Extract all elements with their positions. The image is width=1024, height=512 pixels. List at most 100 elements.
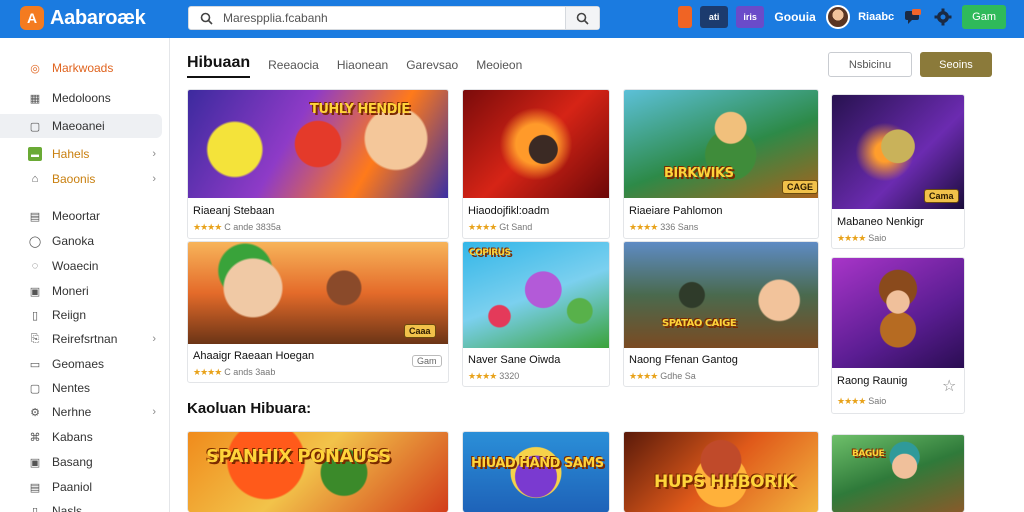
game-card[interactable]: BAGUE xyxy=(831,434,965,512)
card-meta-text: Saio xyxy=(868,396,887,406)
card-title: Naong Ffenan Gantog xyxy=(629,354,738,366)
search-icon xyxy=(189,12,223,25)
notification-icon[interactable] xyxy=(678,6,693,28)
game-thumbnail xyxy=(832,258,964,368)
sidebar-item-maeoanei[interactable]: ▢ Maeoanei xyxy=(0,114,162,138)
brand-link[interactable]: Goouia xyxy=(772,6,818,28)
section-title: Kaoluan Hibuara: xyxy=(187,400,312,417)
game-card[interactable]: SPATAO CAIGE Naong Ffenan Gantog ★★★★ Gdh… xyxy=(623,241,819,387)
thumbnail-art-text: SPANHIX PONAUSS xyxy=(206,446,391,467)
tab-hibuaan[interactable]: Hibuaan xyxy=(187,54,251,78)
game-thumbnail: HIUAD HAND SAMS xyxy=(463,432,609,512)
sidebar-item-markwoads[interactable]: ◎ Markwoads xyxy=(0,56,162,80)
card-meta: ★★★★ 3320 xyxy=(468,371,519,382)
sidebar-item-label: Medoloons xyxy=(52,91,111,105)
gamepad-icon: ▭ xyxy=(29,358,41,371)
game-thumbnail xyxy=(463,90,609,198)
outline-button[interactable]: Nsbicinu xyxy=(828,52,912,77)
thumbnail-art-text: HUPS HHBORIK xyxy=(654,472,796,492)
game-badge: Cama xyxy=(924,189,959,203)
card-meta-text: 3320 xyxy=(499,371,520,381)
sidebar-item-woaecin[interactable]: ◌ Woaecin xyxy=(0,254,162,278)
card-title: Hiaodojfikl:oadm xyxy=(468,205,550,217)
game-card[interactable]: BIRKWIKS CAGE Riaeiare Pahlomon ★★★★ 336 … xyxy=(623,89,819,239)
card-meta-text: Gdhe Sa xyxy=(660,371,696,381)
sidebar-item-hahels[interactable]: ▬ Hahels › xyxy=(0,142,162,166)
rating-stars: ★★★★ xyxy=(837,396,866,406)
folder-icon: ▣ xyxy=(29,456,41,469)
favorite-star-icon[interactable]: ☆ xyxy=(942,376,956,396)
chat-icon[interactable] xyxy=(902,6,924,28)
sidebar-item-label: Kabans xyxy=(52,430,93,444)
sidebar-item-label: Ganoka xyxy=(52,234,95,248)
sidebar-item-nentes[interactable]: ▢ Nentes xyxy=(0,376,162,400)
sidebar-item-reirefsrtnan[interactable]: ⎘ Reirefsrtnan › xyxy=(0,327,162,351)
chevron-right-icon: › xyxy=(152,173,156,185)
sidebar-item-label: Paaniol xyxy=(52,480,93,494)
search-bar[interactable]: Marespplia.fcabanh xyxy=(188,6,600,30)
game-card[interactable]: Hiaodojfikl:oadm ★★★★ Gt Sand xyxy=(462,89,610,239)
sidebar-item-label: Baoonis xyxy=(52,172,96,186)
top-bar: A Aabaroæk Marespplia.fcabanh ati iris G… xyxy=(0,0,1024,38)
sidebar-item-meoortar[interactable]: ▤ Meoortar xyxy=(0,204,162,228)
tab-hiaonean[interactable]: Hiaonean xyxy=(337,58,388,78)
thumbnail-art-text: SPATAO CAIGE xyxy=(662,318,737,329)
user-name[interactable]: Riaabc xyxy=(858,11,894,23)
card-meta-text: C ande 3835a xyxy=(224,222,281,232)
sidebar-item-reiign[interactable]: ▯ Reiign xyxy=(0,303,162,327)
game-tag: Gam xyxy=(412,355,442,367)
game-badge: CAGE xyxy=(782,180,818,194)
sidebar-item-nerhne[interactable]: ⚙ Nerhne › xyxy=(0,400,162,424)
game-card[interactable]: HUPS HHBORIK xyxy=(623,431,819,512)
sidebar-item-medoloons[interactable]: ▦ Medoloons xyxy=(0,86,162,110)
sidebar-item-basang[interactable]: ▣ Basang xyxy=(0,450,162,474)
logo-icon: A xyxy=(20,6,44,30)
sidebar-item-paaniol[interactable]: ▤ Paaniol xyxy=(0,475,162,499)
thumbnail-art-text: BIRKWIKS xyxy=(664,166,734,181)
search-input[interactable]: Marespplia.fcabanh xyxy=(223,11,565,25)
game-card[interactable]: Raong Raunig ☆ ★★★★ Saio xyxy=(831,257,965,414)
sidebar-item-label: Reiign xyxy=(52,308,87,322)
game-thumbnail: SPANHIX PONAUSS xyxy=(188,432,448,512)
sidebar-item-kabans[interactable]: ⌘ Kabans xyxy=(0,425,162,449)
app-title: Aabaroæk xyxy=(50,6,146,29)
search-button[interactable] xyxy=(565,7,599,29)
game-card[interactable]: SPANHIX PONAUSS xyxy=(187,431,449,512)
tab-meoieon[interactable]: Meoieon xyxy=(476,58,522,78)
game-card[interactable]: Cama Mabaneo Nenkigr ★★★★ Saio xyxy=(831,94,965,249)
card-title: Naver Sane Oiwda xyxy=(468,354,561,366)
grid-icon: ▦ xyxy=(29,92,41,105)
sidebar-item-label: Basang xyxy=(52,455,93,469)
sidebar-item-moneri[interactable]: ▣ Moneri xyxy=(0,279,162,303)
sidebar-item-label: Nentes xyxy=(52,381,91,395)
sidebar-item-label: Hahels xyxy=(52,147,90,161)
game-button[interactable]: Gam xyxy=(962,5,1006,29)
app-badge-icon[interactable]: ati xyxy=(700,6,729,28)
store-badge-icon[interactable]: iris xyxy=(736,6,765,28)
tab-bar: Hibuaan Reeaocia Hiaonean Garevsao Meoie… xyxy=(187,52,522,78)
game-thumbnail: COPIRUS xyxy=(463,242,609,348)
square-icon: ▢ xyxy=(29,120,41,133)
sidebar-item-ganoka[interactable]: ◯ Ganoka xyxy=(0,229,162,253)
sidebar-item-nasls[interactable]: ▯ Nasls xyxy=(0,499,162,512)
sidebar-item-baoonis[interactable]: ⌂ Baoonis › xyxy=(0,167,162,191)
rating-stars: ★★★★ xyxy=(468,222,497,232)
game-card[interactable]: HIUAD HAND SAMS xyxy=(462,431,610,512)
primary-button[interactable]: Seoins xyxy=(920,52,992,77)
circle-icon: ◯ xyxy=(28,235,42,248)
game-card[interactable]: Caaa Ahaaigr Raeaan Hoegan Gam ★★★★ C and… xyxy=(187,241,449,383)
tab-reeaocia[interactable]: Reeaocia xyxy=(268,58,319,78)
game-thumbnail: HUPS HHBORIK xyxy=(624,432,818,512)
sidebar-item-label: Geomaes xyxy=(52,357,105,371)
avatar[interactable] xyxy=(826,5,851,29)
card-meta: ★★★★ Gt Sand xyxy=(468,222,532,233)
game-card[interactable]: TUHLY HENDIE Riaeanj Stebaan ★★★★ C ande … xyxy=(187,89,449,239)
sidebar-item-geomaes[interactable]: ▭ Geomaes xyxy=(0,352,162,376)
gear-icon[interactable] xyxy=(932,6,954,28)
tab-garevsao[interactable]: Garevsao xyxy=(406,58,458,78)
card-meta-text: 336 Sans xyxy=(660,222,699,232)
card-meta: ★★★★ 336 Sans xyxy=(629,222,698,233)
game-card[interactable]: COPIRUS Naver Sane Oiwda ★★★★ 3320 xyxy=(462,241,610,387)
ring-icon: ◌ xyxy=(31,260,39,272)
app-logo[interactable]: A Aabaroæk xyxy=(20,6,146,30)
